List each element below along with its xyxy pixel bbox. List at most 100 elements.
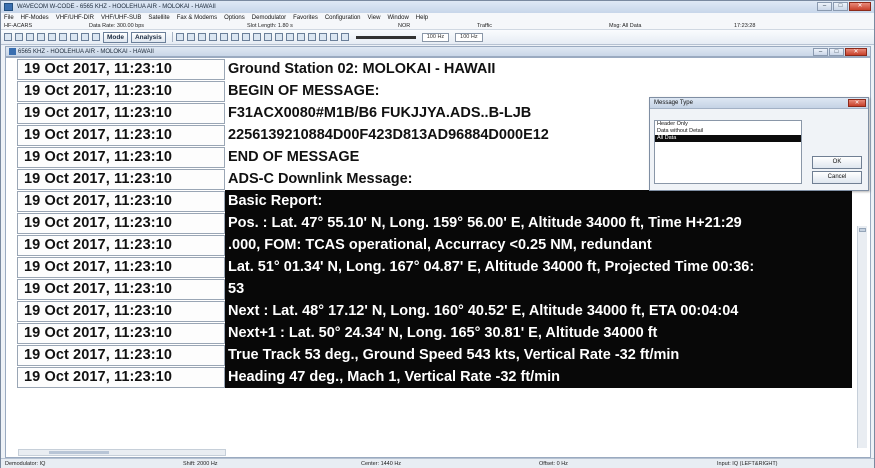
analysis-button[interactable]: Analysis: [130, 31, 166, 43]
menu-bar: File HF-Modes VHF/UHF-DIR VHF/UHF-SUB Sa…: [1, 13, 874, 22]
tuning-arrow-icon[interactable]: [340, 33, 349, 41]
timestamp-cell: 19 Oct 2017, 11:23:10: [17, 147, 225, 168]
inner-maximize-button[interactable]: □: [829, 48, 844, 56]
copy-icon[interactable]: [48, 33, 56, 41]
timestamp-cell: 19 Oct 2017, 11:23:10: [17, 257, 225, 278]
binoculars-icon[interactable]: [252, 33, 261, 41]
record-icon[interactable]: [329, 33, 338, 41]
map-icon[interactable]: [263, 33, 272, 41]
menu-hf-modes[interactable]: HF-Modes: [21, 15, 49, 21]
bandwidth-right-field[interactable]: 100 Hz: [455, 32, 483, 42]
arrow-down-icon[interactable]: [186, 33, 195, 41]
cancel-button[interactable]: Cancel: [812, 171, 862, 184]
timestamp-cell: 19 Oct 2017, 11:23:10: [17, 213, 225, 234]
table-row: 19 Oct 2017, 11:23:10 Lat. 51° 01.34' N,…: [6, 256, 866, 278]
settings-icon[interactable]: [92, 33, 100, 41]
horizontal-scrollbar[interactable]: [18, 449, 226, 456]
zoom-out-icon[interactable]: [81, 33, 89, 41]
timestamp-cell: 19 Oct 2017, 11:23:10: [17, 59, 225, 80]
status-input: Input: IQ (LEFT&RIGHT): [717, 461, 778, 467]
menu-options[interactable]: Options: [224, 15, 245, 21]
new-icon[interactable]: [4, 33, 12, 41]
timestamp-cell: 19 Oct 2017, 11:23:10: [17, 367, 225, 388]
zoom-in-icon[interactable]: [70, 33, 78, 41]
inner-close-button[interactable]: ✕: [845, 48, 867, 56]
option-header-only[interactable]: Header Only: [655, 121, 801, 128]
menu-demodulator[interactable]: Demodulator: [252, 15, 286, 21]
save-icon[interactable]: [26, 33, 34, 41]
play-icon[interactable]: [230, 33, 239, 41]
option-all-data[interactable]: All Data: [655, 135, 801, 142]
status-demodulator: Demodulator: IQ: [5, 461, 46, 467]
waterfall-icon[interactable]: [318, 33, 327, 41]
chart-icon[interactable]: [219, 33, 228, 41]
filter-icon[interactable]: [296, 33, 305, 41]
table-row: 19 Oct 2017, 11:23:10 Basic Report:: [6, 190, 866, 212]
status-shift: Shift: 2000 Hz: [183, 461, 218, 467]
message-cell: 53: [225, 278, 852, 300]
close-button[interactable]: ✕: [849, 2, 871, 11]
table-row: 19 Oct 2017, 11:23:10 Heading 47 deg., M…: [6, 366, 866, 388]
scrollbar-thumb[interactable]: [859, 228, 866, 232]
inner-window-title-bar: 6565 KHZ - HOOLEHUA AIR - MOLOKAI - HAWA…: [5, 46, 871, 57]
app-icon: [4, 3, 13, 11]
vertical-scrollbar[interactable]: [857, 226, 867, 448]
timestamp-cell: 19 Oct 2017, 11:23:10: [17, 81, 225, 102]
menu-favorites[interactable]: Favorites: [293, 15, 318, 21]
window-title: WAVECOM W-CODE - 6565 KHZ - HOOLEHUA AIR…: [17, 4, 216, 10]
dialog-title: Message Type: [654, 100, 693, 106]
minimize-button[interactable]: –: [817, 2, 832, 11]
dialog-close-button[interactable]: ✕: [848, 99, 866, 107]
bandwidth-left-field[interactable]: 100 Hz: [421, 32, 450, 42]
inner-minimize-button[interactable]: –: [813, 48, 828, 56]
arrow-right-icon[interactable]: [197, 33, 206, 41]
info-bar: HF-ACARS Data Rate: 300.00 bps Slot Leng…: [1, 22, 874, 30]
timestamp-cell: 19 Oct 2017, 11:23:10: [17, 345, 225, 366]
inner-window-icon: [9, 48, 16, 55]
grid-icon[interactable]: [208, 33, 217, 41]
toolbar: Mode Analysis 100 Hz 100 Hz: [1, 30, 874, 45]
menu-fax-modems[interactable]: Fax & Modems: [177, 15, 217, 21]
menu-vhf-uhf-dir[interactable]: VHF/UHF-DIR: [56, 15, 94, 21]
nor-label: NOR: [398, 23, 411, 29]
table-row: 19 Oct 2017, 11:23:10 Pos. : Lat. 47° 55…: [6, 212, 866, 234]
print-icon[interactable]: [37, 33, 45, 41]
open-icon[interactable]: [15, 33, 23, 41]
scrollbar-thumb[interactable]: [49, 451, 109, 454]
ok-button[interactable]: OK: [812, 156, 862, 169]
message-cell: Basic Report:: [225, 190, 852, 212]
table-row: 19 Oct 2017, 11:23:10 .000, FOM: TCAS op…: [6, 234, 866, 256]
menu-window[interactable]: Window: [387, 15, 408, 21]
menu-file[interactable]: File: [4, 15, 14, 21]
message-cell: Heading 47 deg., Mach 1, Vertical Rate -…: [225, 366, 852, 388]
menu-configuration[interactable]: Configuration: [325, 15, 361, 21]
timestamp-cell: 19 Oct 2017, 11:23:10: [17, 301, 225, 322]
message-cell: Next+1 : Lat. 50° 24.34' N, Long. 165° 3…: [225, 322, 852, 344]
menu-view[interactable]: View: [368, 15, 381, 21]
maximize-button[interactable]: □: [833, 2, 848, 11]
spectrum-icon[interactable]: [307, 33, 316, 41]
message-cell: .000, FOM: TCAS operational, Accurracy <…: [225, 234, 852, 256]
menu-vhf-uhf-sub[interactable]: VHF/UHF-SUB: [101, 15, 141, 21]
status-offset: Offset: 0 Hz: [539, 461, 568, 467]
timestamp-cell: 19 Oct 2017, 11:23:10: [17, 125, 225, 146]
menu-help[interactable]: Help: [416, 15, 428, 21]
timestamp-cell: 19 Oct 2017, 11:23:10: [17, 191, 225, 212]
message-type-list[interactable]: Header Only Data without Detail All Data: [654, 120, 802, 184]
slot-length-label: Slot Length: 1.80 s: [247, 23, 293, 29]
message-cell: Pos. : Lat. 47° 55.10' N, Long. 159° 56.…: [225, 212, 852, 234]
arrow-left-icon[interactable]: [175, 33, 184, 41]
clear-icon[interactable]: [59, 33, 67, 41]
level-slider[interactable]: [355, 35, 416, 39]
mode-button[interactable]: Mode: [103, 31, 128, 43]
option-data-without-detail[interactable]: Data without Detail: [655, 128, 801, 135]
tune-icon[interactable]: [241, 33, 250, 41]
table-row: 19 Oct 2017, 11:23:10 Next : Lat. 48° 17…: [6, 300, 866, 322]
traffic-label: Traffic: [477, 23, 492, 29]
table-icon[interactable]: [274, 33, 283, 41]
menu-satellite[interactable]: Satellite: [148, 15, 169, 21]
status-center: Center: 1440 Hz: [361, 461, 402, 467]
image-icon[interactable]: [285, 33, 294, 41]
timestamp-cell: 19 Oct 2017, 11:23:10: [17, 279, 225, 300]
message-cell: True Track 53 deg., Ground Speed 543 kts…: [225, 344, 852, 366]
